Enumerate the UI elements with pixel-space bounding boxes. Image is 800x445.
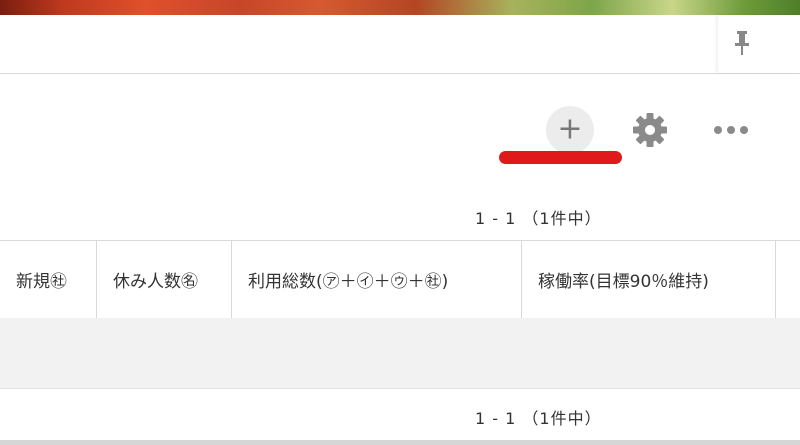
header-bar	[0, 15, 800, 74]
column-header-label: 稼働率(目標90％維持)	[538, 272, 709, 292]
column-header-utilization[interactable]: 稼働率(目標90％維持)	[522, 241, 776, 318]
pin-panel	[718, 15, 800, 73]
pager-bottom: 1 - 1 （1件中）	[0, 403, 800, 428]
pager-top: 1 - 1 （1件中）	[0, 203, 800, 228]
table-header: 新規㊓ 休み人数㊔ 利用総数(㋐＋㋑＋㋒＋㊓) 稼働率(目標90％維持)	[0, 240, 800, 319]
list-toolbar	[0, 74, 800, 194]
column-header-label: 利用総数(㋐＋㋑＋㋒＋㊓)	[248, 272, 449, 292]
pager-bottom-text: 1 - 1 （1件中）	[475, 409, 602, 428]
add-button[interactable]: +	[546, 106, 594, 154]
column-header-new[interactable]: 新規㊓	[0, 241, 97, 318]
plus-icon: +	[557, 111, 583, 147]
column-header-label: 休み人数㊔	[113, 272, 198, 292]
horizontal-scrollbar[interactable]	[0, 440, 800, 445]
pin-icon[interactable]	[732, 30, 752, 56]
highlight-underline	[499, 151, 622, 164]
table-row[interactable]	[0, 318, 800, 389]
pager-top-text: 1 - 1 （1件中）	[475, 209, 602, 228]
gear-icon[interactable]	[630, 110, 670, 150]
header-banner-image	[0, 0, 800, 15]
more-horizontal-icon[interactable]	[711, 118, 751, 142]
column-header-absent[interactable]: 休み人数㊔	[97, 241, 232, 318]
column-header-label: 新規㊓	[16, 272, 67, 292]
column-header-total[interactable]: 利用総数(㋐＋㋑＋㋒＋㊓)	[232, 241, 522, 318]
